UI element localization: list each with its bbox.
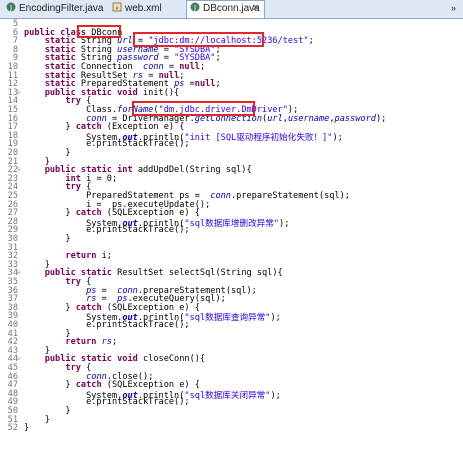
- code-token: =: [184, 79, 195, 90]
- code-token: "sql数据库增删改异常": [184, 218, 280, 229]
- code-line: }: [24, 234, 71, 244]
- code-token: null: [194, 79, 216, 90]
- java-file-icon: J: [190, 2, 200, 12]
- editor-tab-bar: J EncodingFilter.java x web.xml J DBconn.ja…: [0, 0, 463, 19]
- code-token: conn: [210, 191, 231, 201]
- code-token: i;: [101, 251, 112, 262]
- fold-toggle-icon[interactable]: ⊖: [17, 269, 21, 276]
- tab-overflow-icon[interactable]: »: [451, 1, 461, 15]
- tab-label: EncodingFilter.java: [19, 3, 104, 14]
- code-token: ResultSet selectSql(String sql){: [117, 268, 283, 279]
- code-token: );: [332, 132, 343, 143]
- svg-text:J: J: [193, 4, 196, 12]
- code-token: ;: [111, 337, 118, 348]
- code-token: init(){: [143, 87, 180, 98]
- code-token: );: [270, 313, 281, 324]
- code-token: .prepareStatement(sql);: [230, 191, 350, 201]
- highlight-class-name: [77, 25, 121, 38]
- highlight-jdbc-url: [133, 32, 264, 47]
- fold-toggle-icon[interactable]: ⊖: [17, 166, 21, 173]
- code-token: "init [SQL驱动程序初始化失败！]": [184, 132, 333, 143]
- code-token: }: [24, 234, 71, 244]
- code-token: );: [375, 113, 387, 124]
- code-token: );: [279, 218, 290, 229]
- code-token: password: [334, 113, 376, 124]
- code-line: }: [24, 423, 29, 433]
- tab-label: web.xml: [125, 3, 162, 14]
- fold-toggle-icon[interactable]: ⊖: [17, 355, 21, 362]
- highlight-driver-class: [132, 101, 255, 116]
- code-token: addUpdDel(String sql){: [137, 165, 252, 176]
- code-token: "sql数据库关闭异常": [184, 390, 271, 401]
- code-token: }: [24, 423, 30, 434]
- code-token: rs: [101, 337, 112, 348]
- code-token: ;: [308, 36, 314, 47]
- tab-dbconn[interactable]: J DBconn.java ✕: [186, 0, 265, 18]
- tab-encodingfilter[interactable]: J EncodingFilter.java: [6, 1, 104, 17]
- code-token: "sql数据库查询异常": [184, 313, 271, 324]
- code-editor[interactable]: 5 6 public class DBconn 7 static String url…: [0, 19, 463, 469]
- tab-web-xml[interactable]: x web.xml: [112, 1, 176, 17]
- code-token: ;: [215, 53, 221, 64]
- code-token: closeConn(){: [143, 354, 206, 365]
- xml-file-icon: x: [112, 2, 122, 12]
- line-number: 52: [7, 423, 18, 434]
- fold-toggle-icon[interactable]: ⊖: [17, 89, 21, 96]
- code-token: username: [287, 113, 330, 124]
- java-file-icon: J: [6, 2, 16, 12]
- code-token: );: [270, 390, 281, 401]
- code-token: ;: [199, 62, 206, 72]
- code-token: ;: [215, 79, 221, 90]
- svg-text:J: J: [9, 4, 12, 12]
- close-tab-icon[interactable]: ✕: [252, 1, 260, 17]
- code-token: url: [267, 113, 283, 124]
